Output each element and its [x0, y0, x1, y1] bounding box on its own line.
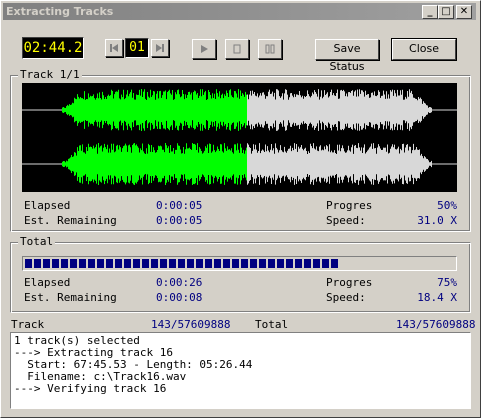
status-track-label: Track	[11, 318, 45, 331]
total-progress-label: Progres	[326, 276, 373, 289]
track-remaining-value: 0:00:05	[156, 214, 203, 227]
total-remaining-value: 0:00:08	[156, 291, 203, 304]
save-status-button[interactable]: Save Status	[315, 39, 379, 73]
track-number-display: 01	[125, 38, 149, 58]
progress-segment	[322, 259, 329, 268]
total-remaining-label: Est. Remaining	[24, 291, 117, 304]
progress-segment	[241, 259, 248, 268]
stop-icon	[265, 44, 275, 54]
track-elapsed-value: 0:00:05	[156, 199, 203, 212]
progress-segment	[34, 259, 41, 268]
previous-track-button[interactable]	[105, 39, 123, 57]
progress-segment	[196, 259, 203, 268]
total-elapsed-value: 0:00:26	[156, 276, 203, 289]
progress-segment	[70, 259, 77, 268]
progress-segment	[214, 259, 221, 268]
status-total-label: Total	[255, 318, 289, 331]
progress-segment	[259, 259, 266, 268]
progress-segment	[88, 259, 95, 268]
stop-button[interactable]	[258, 39, 282, 59]
progress-segment	[223, 259, 230, 268]
log-line: ---> Verifying track 16	[14, 382, 167, 395]
track-remaining-label: Est. Remaining	[24, 214, 117, 227]
previous-icon	[110, 44, 118, 52]
track-progress-label: Progres	[326, 199, 373, 212]
play-button[interactable]	[192, 39, 216, 59]
progress-segment	[142, 259, 149, 268]
waveform-display	[22, 83, 457, 192]
track-speed-value: 31.0 X	[417, 214, 457, 227]
progress-segment	[97, 259, 104, 268]
title-bar: Extracting Tracks _ □ ✕	[3, 3, 476, 20]
progress-segment	[250, 259, 257, 268]
play-icon	[201, 45, 208, 53]
total-progress-value: 75%	[437, 276, 457, 289]
pause-icon	[233, 44, 241, 54]
track-elapsed-label: Elapsed	[24, 199, 71, 212]
total-elapsed-label: Elapsed	[24, 276, 71, 289]
progress-segment	[313, 259, 320, 268]
progress-segment	[43, 259, 50, 268]
progress-segment	[187, 259, 194, 268]
status-total-value: 143/57609888	[396, 318, 476, 331]
status-track-value: 143/57609888	[151, 318, 231, 331]
total-speed-label: Speed:	[326, 291, 366, 304]
minimize-button[interactable]: _	[422, 5, 438, 19]
progress-segment	[277, 259, 284, 268]
window-title: Extracting Tracks	[6, 5, 114, 18]
track-speed-label: Speed:	[326, 214, 366, 227]
progress-segment	[115, 259, 122, 268]
time-display: 02:44.2	[22, 37, 84, 59]
track-group-label: Track 1/1	[18, 68, 82, 81]
progress-segment	[232, 259, 239, 268]
close-window-button[interactable]: ✕	[456, 5, 472, 19]
title-bar-buttons: _ □ ✕	[422, 5, 472, 19]
progress-segment	[268, 259, 275, 268]
progress-segment	[124, 259, 131, 268]
progress-segment	[205, 259, 212, 268]
extracting-tracks-window: Extracting Tracks _ □ ✕ 02:44.2 01 Save …	[0, 0, 481, 418]
total-progress-bar	[22, 256, 457, 271]
track-progress-value: 50%	[437, 199, 457, 212]
progress-segment	[25, 259, 32, 268]
progress-segment	[295, 259, 302, 268]
log-output[interactable]: 1 track(s) selected ---> Extracting track…	[10, 332, 471, 409]
next-icon	[156, 44, 164, 52]
progress-segment	[331, 259, 338, 268]
progress-segment	[169, 259, 176, 268]
maximize-button[interactable]: □	[438, 5, 454, 19]
progress-segment	[79, 259, 86, 268]
progress-segment	[106, 259, 113, 268]
progress-segment	[52, 259, 59, 268]
pause-button[interactable]	[225, 39, 249, 59]
progress-segment	[151, 259, 158, 268]
close-button[interactable]: Close	[391, 38, 457, 61]
progress-segment	[304, 259, 311, 268]
progress-segment	[160, 259, 167, 268]
next-track-button[interactable]	[151, 39, 169, 57]
total-group-label: Total	[18, 235, 56, 248]
progress-segment	[286, 259, 293, 268]
progress-segment	[133, 259, 140, 268]
progress-segment	[178, 259, 185, 268]
total-speed-value: 18.4 X	[417, 291, 457, 304]
waveform-graph	[22, 89, 457, 185]
progress-segment	[61, 259, 68, 268]
